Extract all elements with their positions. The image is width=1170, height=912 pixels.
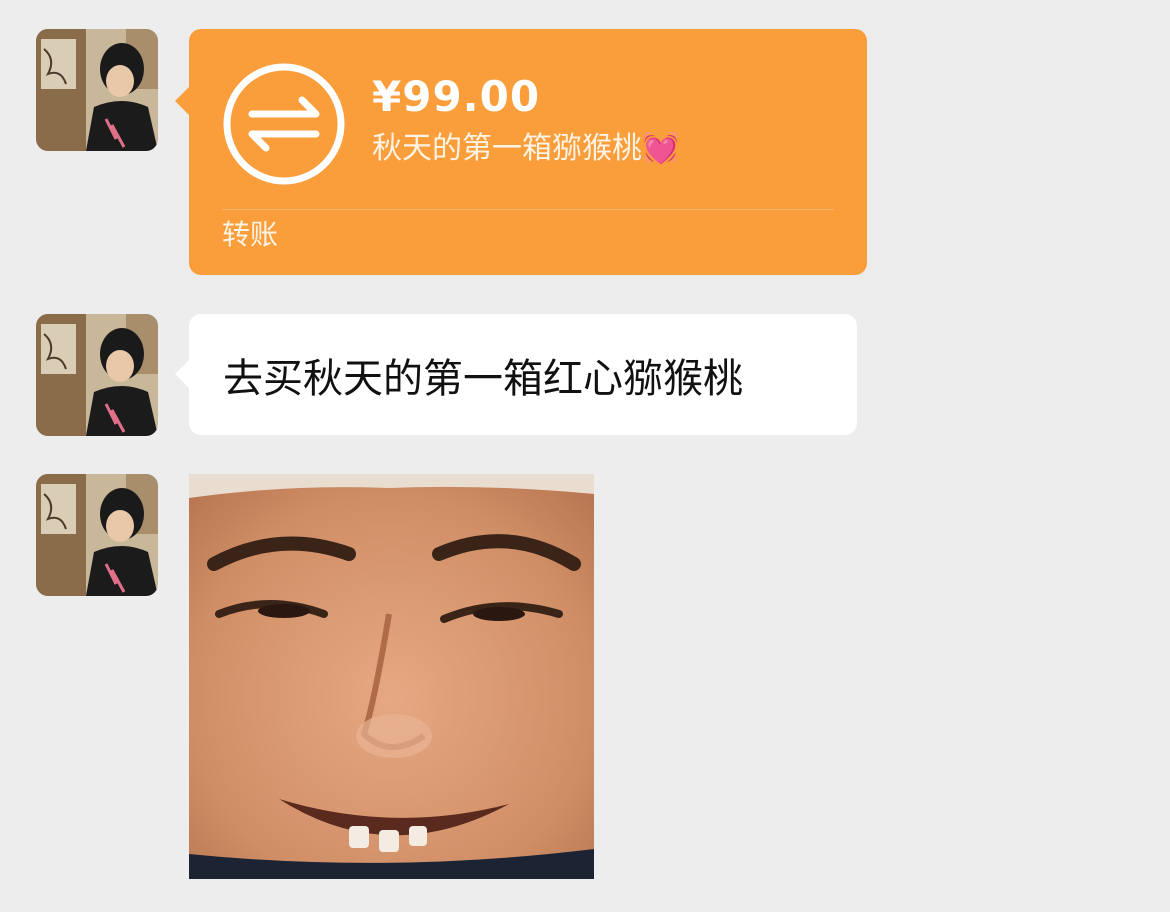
transfer-arrows-icon: [223, 63, 345, 185]
text-message-bubble[interactable]: 去买秋天的第一箱红心猕猴桃: [175, 314, 857, 435]
sender-avatar[interactable]: [36, 474, 158, 596]
transfer-note: 秋天的第一箱猕猴桃💓: [372, 131, 680, 166]
smiling-face-sticker: [189, 474, 594, 879]
avatar-photo: [36, 474, 158, 596]
avatar-photo: [36, 314, 158, 436]
avatar-photo: [36, 29, 158, 151]
transfer-message-bubble[interactable]: ¥99.00 秋天的第一箱猕猴桃💓 转账: [175, 29, 867, 275]
sticker-message[interactable]: [189, 474, 594, 879]
sender-avatar[interactable]: [36, 314, 158, 436]
transfer-label: 转账: [222, 218, 279, 251]
transfer-divider: [222, 209, 834, 210]
message-text: 去买秋天的第一箱红心猕猴桃: [223, 355, 743, 402]
transfer-amount: ¥99.00: [372, 72, 541, 121]
sender-avatar[interactable]: [36, 29, 158, 151]
